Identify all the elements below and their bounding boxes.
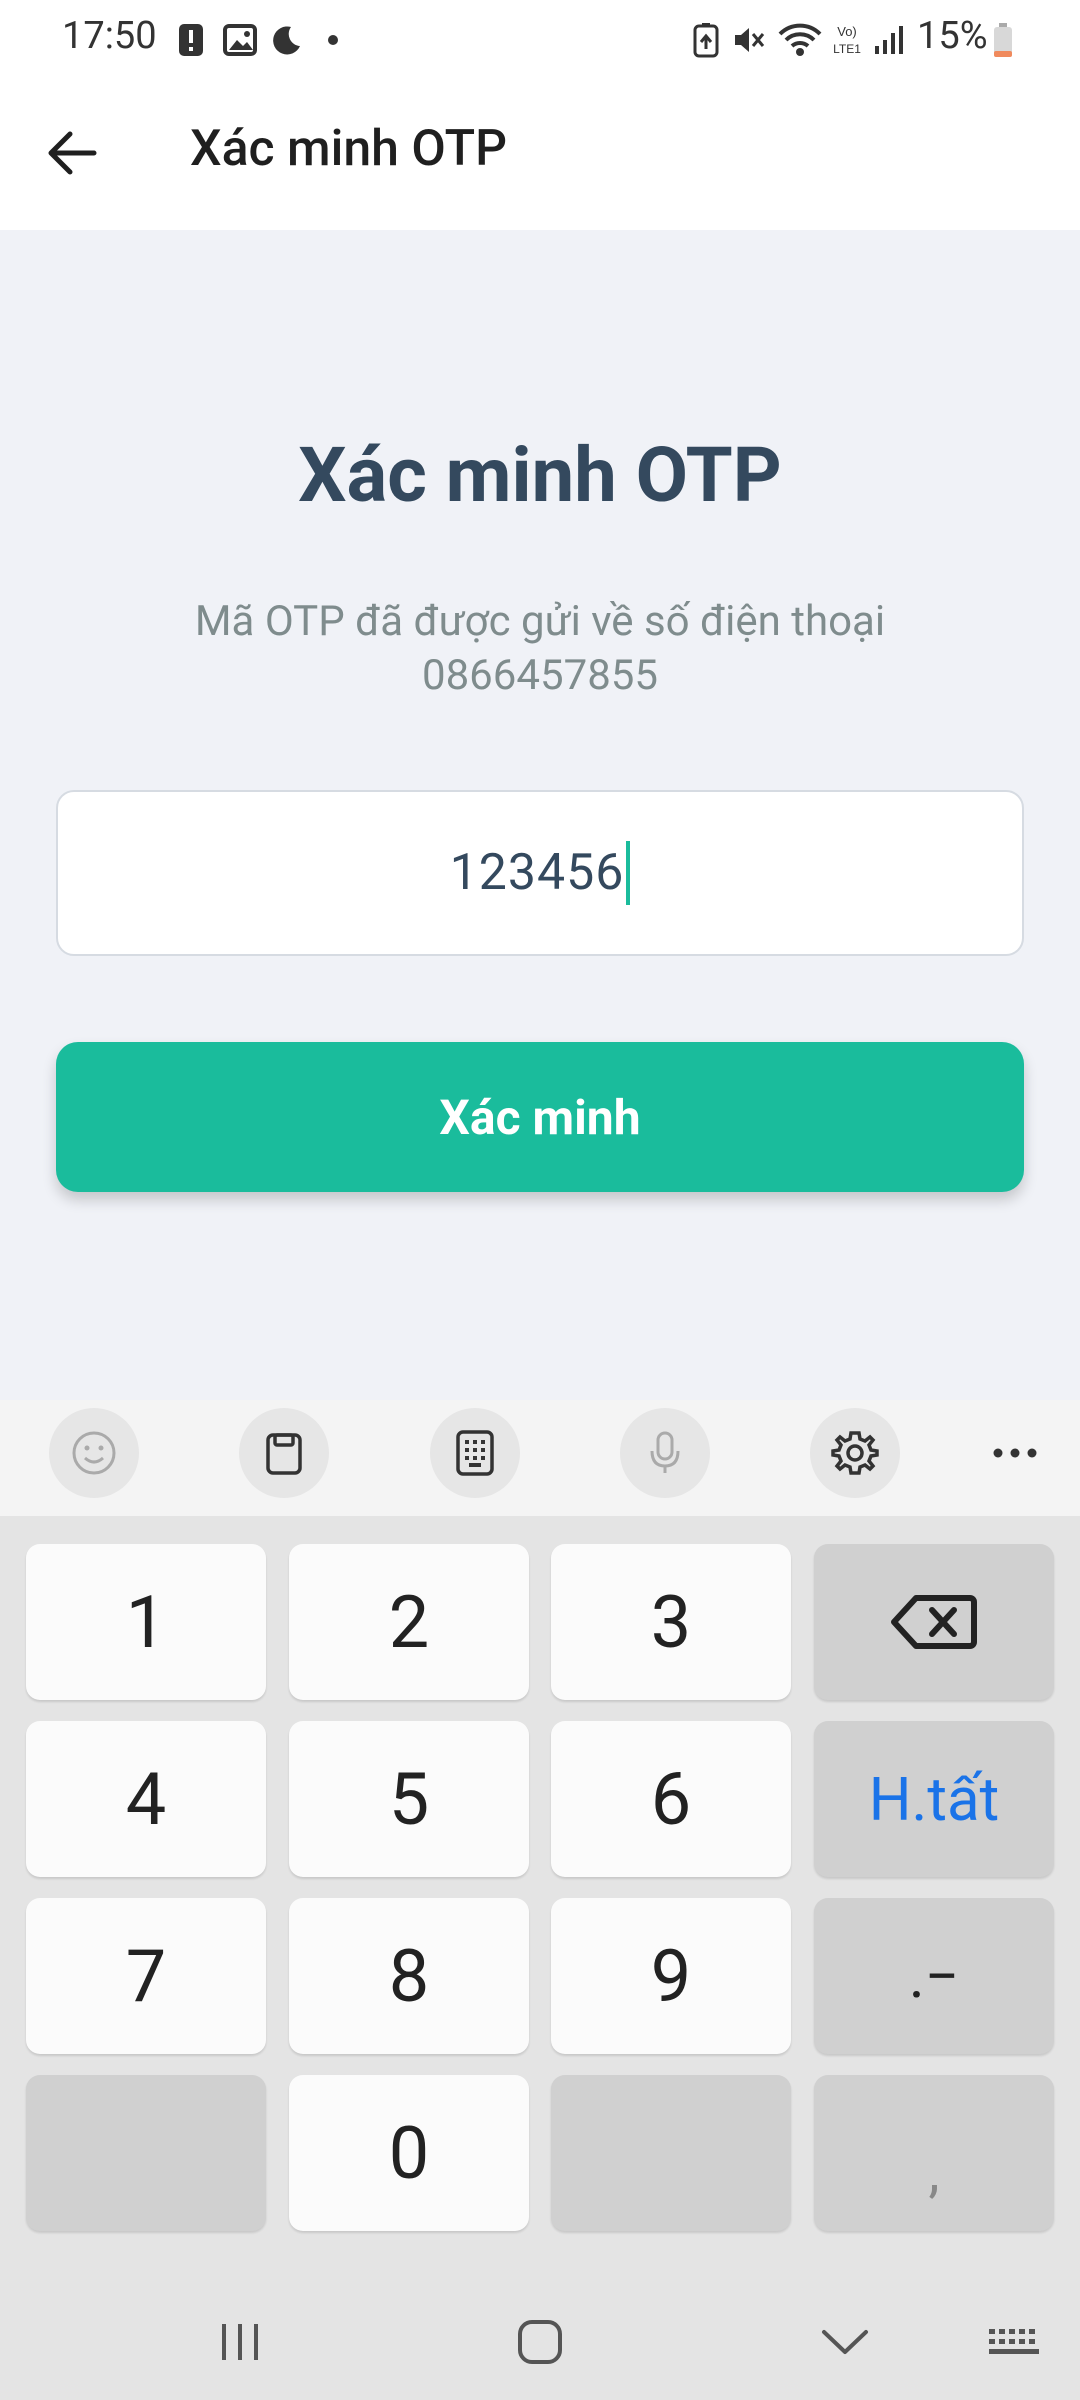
home-button[interactable]	[490, 2296, 590, 2388]
more-notifications-dot-icon	[326, 20, 340, 60]
back-button[interactable]	[36, 110, 108, 196]
otp-input-value: 123456	[449, 844, 625, 902]
recent-apps-icon	[222, 2324, 258, 2360]
battery-icon	[990, 20, 1016, 60]
backspace-key[interactable]	[814, 1544, 1054, 1700]
otp-sent-message-text: Mã OTP đã được gửi về số điện thoại	[194, 597, 886, 646]
emoji-icon	[72, 1431, 116, 1475]
backspace-icon	[891, 1595, 977, 1649]
key-5[interactable]: 5	[289, 1721, 529, 1877]
home-icon	[518, 2320, 562, 2364]
hide-keyboard-button[interactable]	[795, 2296, 895, 2388]
microphone-icon	[650, 1431, 680, 1473]
image-notification-icon	[222, 20, 258, 60]
dot-dash-key[interactable]: .−	[814, 1898, 1054, 2054]
keyboard-settings-button[interactable]	[810, 1408, 900, 1498]
gear-icon	[831, 1431, 879, 1475]
verify-button[interactable]: Xác minh	[56, 1042, 1024, 1192]
svg-text:LTE1: LTE1	[833, 42, 861, 56]
text-caret	[626, 841, 631, 905]
keyboard-switch-button[interactable]	[970, 2296, 1060, 2388]
blank-key-left	[26, 2075, 266, 2231]
battery-saver-icon	[690, 20, 722, 60]
page-title: Xác minh OTP	[298, 430, 782, 520]
recent-apps-button[interactable]	[190, 2296, 290, 2388]
key-9[interactable]: 9	[551, 1898, 791, 2054]
volte-icon: Vo) LTE1	[826, 20, 868, 60]
otp-sent-message: Mã OTP đã được gửi về số điện thoại 0866…	[120, 595, 960, 703]
emoji-button[interactable]	[49, 1408, 139, 1498]
key-6[interactable]: 6	[551, 1721, 791, 1877]
key-2[interactable]: 2	[289, 1544, 529, 1700]
keypad-mode-button[interactable]	[430, 1408, 520, 1498]
key-8[interactable]: 8	[289, 1898, 529, 2054]
key-4[interactable]: 4	[26, 1721, 266, 1877]
clipboard-button[interactable]	[239, 1408, 329, 1498]
key-3[interactable]: 3	[551, 1544, 791, 1700]
blank-key-right	[551, 2075, 791, 2231]
app-bar	[0, 80, 1080, 230]
key-0[interactable]: 0	[289, 2075, 529, 2231]
mute-icon	[730, 20, 766, 60]
more-options-button[interactable]	[970, 1408, 1060, 1498]
otp-input[interactable]: 123456	[56, 790, 1024, 956]
comma-key[interactable]: ,	[814, 2075, 1054, 2231]
phone-number: 0866457855	[421, 651, 659, 700]
keyboard-toolbar	[0, 1400, 1080, 1516]
keyboard-icon	[989, 2329, 1039, 2354]
status-time: 17:50	[62, 14, 157, 58]
key-7[interactable]: 7	[26, 1898, 266, 2054]
alert-notification-icon	[176, 20, 206, 60]
do-not-disturb-moon-icon	[270, 20, 304, 60]
back-arrow-icon	[48, 131, 97, 175]
app-bar-title: Xác minh OTP	[190, 120, 508, 178]
wifi-icon	[776, 20, 824, 60]
chevron-down-icon	[822, 2330, 868, 2354]
key-1[interactable]: 1	[26, 1544, 266, 1700]
voice-input-button[interactable]	[620, 1408, 710, 1498]
more-horizontal-icon	[993, 1448, 1037, 1458]
signal-strength-icon	[872, 20, 908, 60]
battery-percentage: 15%	[917, 14, 988, 58]
svg-text:Vo): Vo)	[837, 24, 857, 39]
done-key[interactable]: H.tất	[814, 1721, 1054, 1877]
clipboard-icon	[266, 1433, 302, 1475]
keypad-icon	[456, 1430, 494, 1476]
